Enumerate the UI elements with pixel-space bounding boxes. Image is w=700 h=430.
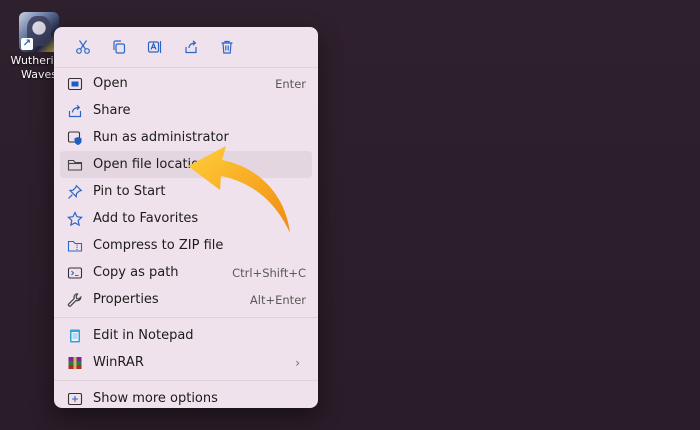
orange-pointer-arrow-icon — [188, 146, 290, 233]
menu-item-shortcut: Enter — [275, 76, 306, 91]
menu-item-show-more-options[interactable]: Show more options — [60, 385, 312, 408]
menu-separator — [54, 380, 318, 381]
shield-icon — [67, 130, 82, 145]
menu-item-label: Share — [93, 103, 131, 118]
menu-separator — [54, 317, 318, 318]
cut-icon — [76, 40, 90, 54]
menu-item-properties[interactable]: Properties Alt+Enter — [60, 286, 312, 313]
notepad-icon — [70, 329, 80, 342]
menu-item-share[interactable]: Share — [60, 97, 312, 124]
game-app-icon: ↗ — [19, 12, 59, 52]
pin-icon — [68, 184, 83, 199]
menu-item-copy-as-path[interactable]: Copy as path Ctrl+Shift+C — [60, 259, 312, 286]
menu-item-label: Properties — [93, 292, 159, 307]
menu-item-label: Compress to ZIP file — [93, 238, 224, 253]
shortcut-arrow-icon: ↗ — [21, 38, 33, 50]
copy-path-icon — [67, 266, 83, 279]
winrar-icon — [68, 356, 82, 369]
wrench-icon — [67, 292, 82, 307]
rename-icon — [147, 41, 162, 53]
menu-item-label: WinRAR — [93, 355, 144, 370]
share-icon — [68, 104, 82, 117]
share-icon — [185, 40, 197, 54]
menu-item-label: Show more options — [93, 391, 218, 406]
chevron-right-icon: › — [295, 355, 300, 370]
menu-item-label: Open — [93, 76, 128, 91]
delete-button[interactable] — [209, 31, 245, 63]
menu-item-shortcut: Ctrl+Shift+C — [232, 265, 306, 280]
star-icon — [67, 210, 83, 226]
menu-item-label: Copy as path — [93, 265, 179, 280]
context-menu-quick-actions — [54, 27, 318, 68]
rename-button[interactable] — [137, 31, 173, 63]
menu-item-shortcut: Alt+Enter — [249, 292, 306, 307]
menu-item-edit-in-notepad[interactable]: Edit in Notepad — [60, 322, 312, 349]
more-options-icon — [67, 392, 83, 405]
context-menu-items: Open Enter Share Run as administrator Op… — [54, 68, 318, 408]
copy-button[interactable] — [101, 31, 137, 63]
share-button[interactable] — [173, 31, 209, 63]
menu-item-winrar[interactable]: WinRAR › — [60, 349, 312, 376]
menu-item-open[interactable]: Open Enter — [60, 70, 312, 97]
folder-icon — [67, 159, 83, 171]
cut-button[interactable] — [65, 31, 101, 63]
zip-folder-icon — [67, 240, 83, 252]
delete-icon — [221, 40, 233, 54]
open-icon — [67, 77, 83, 90]
menu-item-label: Edit in Notepad — [93, 328, 194, 343]
copy-icon — [113, 40, 126, 54]
